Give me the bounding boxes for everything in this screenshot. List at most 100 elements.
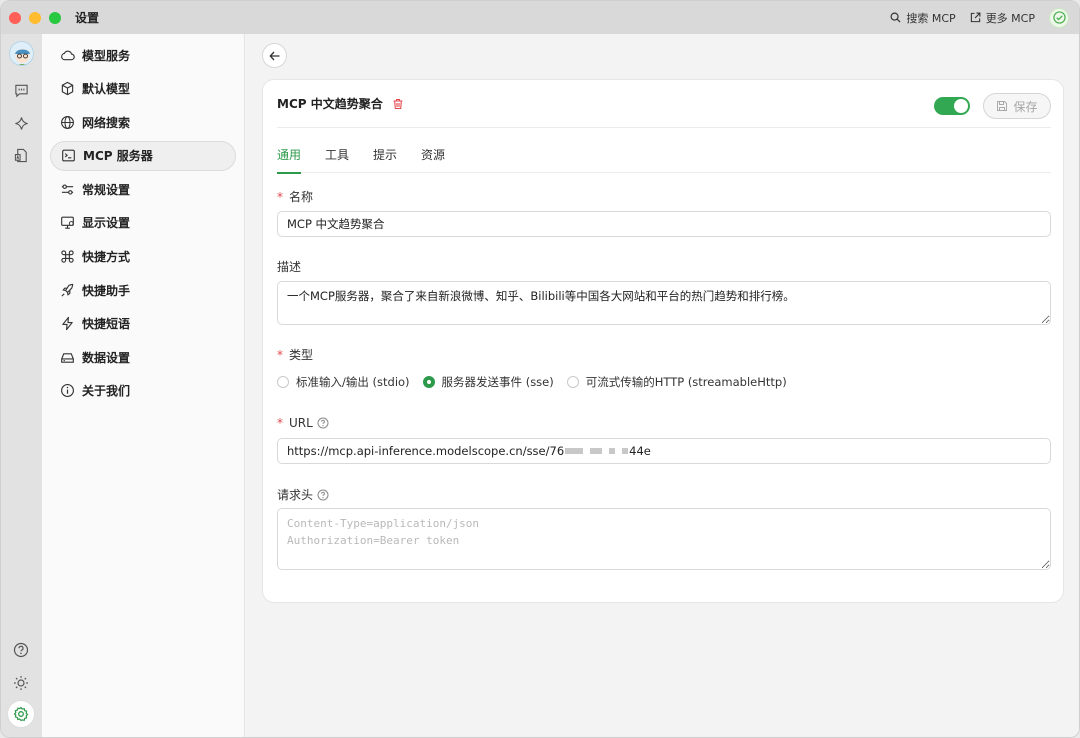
rocket-icon	[61, 283, 74, 297]
external-link-icon	[970, 12, 981, 23]
url-help-icon[interactable]	[317, 417, 329, 429]
close-window-button[interactable]	[9, 11, 21, 24]
sliders-icon	[61, 184, 74, 195]
save-icon	[997, 101, 1008, 111]
main-panel: MCP 中文趋势聚合 保存 通用 工具 提示 资源 * 名称 MCP 中文趋势聚…	[246, 34, 1079, 737]
required-marker: *	[277, 347, 283, 362]
name-field[interactable]	[277, 211, 1051, 237]
sidebar-item-label: 常规设置	[82, 182, 131, 197]
headers-label: 请求头	[277, 486, 329, 503]
sidebar-item-label: 显示设置	[82, 216, 131, 231]
sidebar-item-quick-phrases[interactable]: 快捷短语	[50, 309, 236, 339]
cloud-icon	[61, 50, 75, 60]
sidebar-item-mcp-servers[interactable]: MCP 服务器	[50, 140, 236, 171]
tab-general[interactable]: 通用	[277, 137, 302, 174]
sidebar-item-model-service[interactable]: 模型服务	[50, 40, 236, 70]
type-radio-group: 标准输入/输出 (stdio) 服务器发送事件 (sse) 可流式传输的HTTP…	[277, 374, 787, 390]
help-icon[interactable]	[12, 641, 30, 659]
type-radio-sse[interactable]: 服务器发送事件 (sse)	[422, 374, 554, 390]
theme-sun-icon[interactable]	[12, 674, 30, 692]
minimize-window-button[interactable]	[29, 11, 41, 24]
save-label: 保存	[1013, 99, 1038, 114]
headers-field[interactable]	[277, 508, 1051, 570]
user-avatar[interactable]	[9, 41, 34, 66]
file-translate-icon[interactable]	[12, 146, 30, 164]
type-label: * 类型	[277, 347, 314, 363]
sidebar-item-label: 快捷方式	[82, 250, 131, 265]
sidebar-item-quick-assistant[interactable]: 快捷助手	[50, 275, 236, 305]
status-check-icon[interactable]	[1049, 7, 1069, 28]
url-prefix: https://mcp.api-inference.modelscope.cn/…	[287, 444, 565, 458]
type-radio-stdio[interactable]: 标准输入/输出 (stdio)	[277, 374, 410, 390]
cube-icon	[61, 81, 74, 96]
window-controls	[9, 11, 61, 24]
sidebar-item-label: 快捷短语	[82, 317, 131, 332]
window-title: 设置	[75, 11, 100, 25]
mcp-server-card: MCP 中文趋势聚合 保存 通用 工具 提示 资源 * 名称 MCP 中文趋势聚…	[262, 79, 1064, 603]
sidebar-item-web-search[interactable]: 网络搜索	[50, 107, 236, 137]
required-marker: *	[277, 189, 283, 204]
more-mcp-label: 更多 MCP	[985, 11, 1035, 25]
tab-tools[interactable]: 工具	[325, 137, 349, 173]
sidebar-item-shortcuts[interactable]: 快捷方式	[50, 242, 236, 272]
description-field[interactable]: 一个MCP服务器，聚合了来自新浪微博、知乎、Bilibili等中国各大网站和平台…	[277, 281, 1051, 325]
arrow-left-icon	[268, 51, 279, 60]
sidebar-item-about[interactable]: 关于我们	[50, 376, 236, 406]
sidebar-item-default-model[interactable]: 默认模型	[50, 74, 236, 104]
name-label: * 名称	[277, 189, 314, 205]
drive-icon	[61, 353, 74, 363]
redacted-mask	[622, 448, 629, 454]
redacted-mask	[609, 448, 616, 454]
settings-gear-icon[interactable]	[7, 700, 35, 728]
info-icon	[61, 384, 74, 398]
settings-sidebar: 模型服务 默认模型 网络搜索 MCP 服务器 常规设置 显示设置 快捷方式 快捷…	[42, 34, 245, 737]
back-button[interactable]	[262, 43, 287, 68]
url-suffix: 44e	[629, 444, 651, 458]
zoom-window-button[interactable]	[49, 11, 61, 24]
save-button[interactable]: 保存	[983, 93, 1051, 119]
search-mcp-link[interactable]: 搜索 MCP	[890, 10, 956, 26]
terminal-icon	[62, 149, 75, 162]
card-header: MCP 中文趋势聚合 保存	[277, 80, 1051, 128]
radio-indicator-selected	[422, 376, 435, 388]
sparkle-icon[interactable]	[12, 114, 30, 132]
url-field[interactable]: https://mcp.api-inference.modelscope.cn/…	[277, 438, 1051, 464]
monitor-icon	[61, 217, 74, 230]
radio-indicator	[566, 376, 579, 388]
tab-resources[interactable]: 资源	[421, 137, 445, 173]
more-mcp-link[interactable]: 更多 MCP	[970, 10, 1035, 26]
title-bar: 设置 搜索 MCP 更多 MCP	[1, 1, 1079, 34]
description-label: 描述	[277, 260, 302, 274]
redacted-mask	[565, 448, 584, 454]
zap-icon	[62, 317, 73, 331]
search-mcp-label: 搜索 MCP	[906, 11, 956, 25]
settings-window: 设置 搜索 MCP 更多 MCP 模型服务 默认模型 网络搜索 MCP 服务器 …	[0, 0, 1080, 738]
sidebar-item-label: 关于我们	[82, 384, 131, 399]
chat-icon[interactable]	[12, 81, 30, 99]
delete-server-button[interactable]	[392, 98, 404, 110]
sidebar-item-label: 快捷助手	[82, 283, 131, 298]
redacted-mask	[590, 448, 603, 454]
sidebar-item-data-settings[interactable]: 数据设置	[50, 342, 236, 372]
app-rail	[1, 34, 42, 737]
tab-prompts[interactable]: 提示	[373, 137, 397, 173]
server-tabs: 通用 工具 提示 资源	[277, 137, 1051, 174]
type-radio-streamable-http[interactable]: 可流式传输的HTTP (streamableHttp)	[566, 374, 787, 390]
search-icon	[890, 12, 901, 23]
url-label: * URL	[277, 416, 329, 430]
command-icon	[61, 250, 74, 263]
globe-icon	[61, 115, 74, 129]
trash-icon	[393, 98, 403, 109]
server-title: MCP 中文趋势聚合	[277, 97, 383, 111]
sidebar-item-label: 网络搜索	[82, 115, 131, 130]
required-marker: *	[277, 416, 283, 430]
server-enabled-toggle[interactable]	[934, 97, 970, 115]
sidebar-item-label: 默认模型	[82, 82, 131, 97]
sidebar-item-label: MCP 服务器	[83, 149, 153, 164]
radio-indicator	[277, 376, 289, 388]
sidebar-item-label: 数据设置	[82, 350, 131, 365]
sidebar-item-general-settings[interactable]: 常规设置	[50, 174, 236, 204]
sidebar-item-label: 模型服务	[82, 48, 131, 63]
sidebar-item-display-settings[interactable]: 显示设置	[50, 208, 236, 238]
headers-help-icon[interactable]	[317, 489, 329, 501]
